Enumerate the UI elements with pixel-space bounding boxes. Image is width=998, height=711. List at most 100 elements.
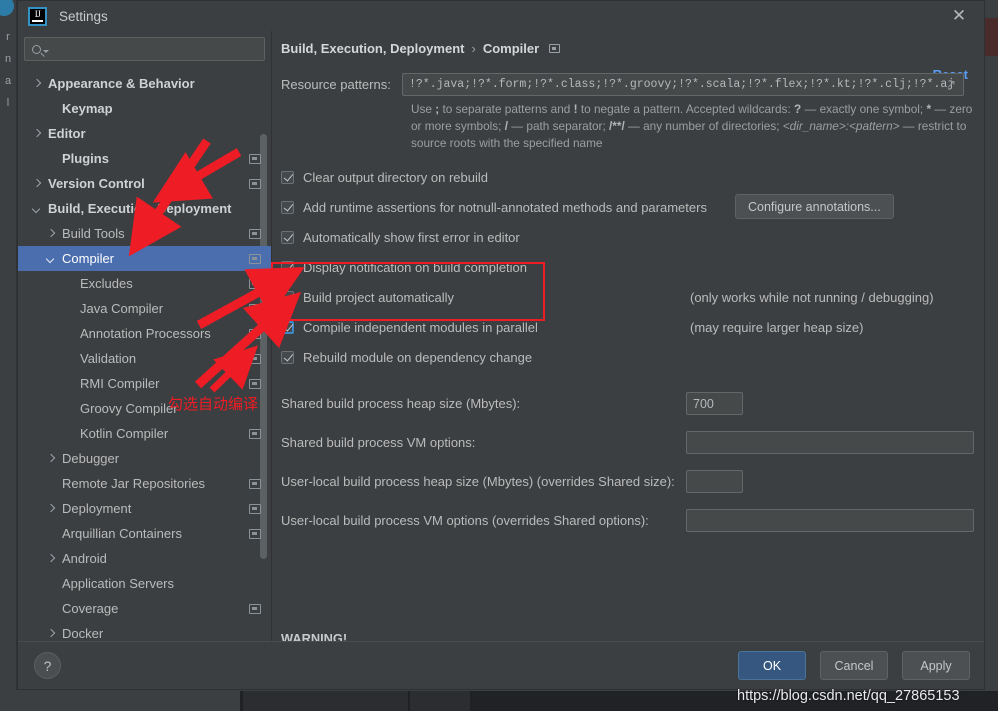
- field-input-1[interactable]: [686, 431, 974, 454]
- checkbox-display-notification-on-build-completion[interactable]: [281, 260, 294, 274]
- field-row: Shared build process heap size (Mbytes):…: [281, 384, 984, 423]
- sidebar-item-excludes[interactable]: Excludes: [18, 271, 271, 296]
- chevron-right-icon[interactable]: [32, 178, 43, 189]
- help-button[interactable]: ?: [34, 652, 61, 679]
- sidebar-item-label: Remote Jar Repositories: [62, 476, 206, 491]
- checkbox-row[interactable]: Automatically show first error in editor: [281, 222, 984, 252]
- project-scope-icon: [249, 478, 261, 489]
- resource-patterns-input[interactable]: !?*.java;!?*.form;!?*.class;!?*.groovy;!…: [402, 73, 964, 96]
- chevron-right-icon[interactable]: [46, 228, 57, 239]
- project-scope-icon: [249, 353, 261, 364]
- sidebar-item-label: Keymap: [62, 101, 113, 116]
- background-vertical-text: r n a l: [0, 26, 16, 114]
- hint-fragment: — any number of directories;: [624, 119, 783, 133]
- chevron-right-icon[interactable]: [46, 503, 57, 514]
- settings-dialog: IJ Settings ✕ Appearance & Behavior Keyma…: [17, 0, 985, 690]
- sidebar-item-arquillian-containers[interactable]: Arquillian Containers: [18, 521, 271, 546]
- breadcrumb-root[interactable]: Build, Execution, Deployment: [281, 41, 464, 56]
- search-container: [18, 31, 271, 69]
- project-scope-icon: [249, 303, 261, 314]
- expand-icon[interactable]: ↗: [946, 78, 957, 90]
- hint-fragment: — exactly one symbol;: [801, 102, 927, 116]
- checkbox-row[interactable]: Compile independent modules in parallel (…: [281, 312, 984, 342]
- checkbox-row[interactable]: Rebuild module on dependency change: [281, 342, 984, 372]
- checkbox-row[interactable]: Add runtime assertions for notnull-annot…: [281, 192, 984, 222]
- sidebar-item-label: Debugger: [62, 451, 120, 466]
- checkbox-row[interactable]: Clear output directory on rebuild: [281, 162, 984, 192]
- checkbox-row[interactable]: Display notification on build completion: [281, 252, 984, 282]
- dialog-titlebar: IJ Settings ✕: [18, 1, 984, 31]
- configure-annotations-button[interactable]: Configure annotations...: [735, 194, 894, 219]
- chevron-right-icon[interactable]: [46, 453, 57, 464]
- sidebar-item-label: Android: [62, 551, 107, 566]
- sidebar-item-label: Version Control: [48, 176, 145, 191]
- sidebar-item-application-servers[interactable]: Application Servers: [18, 571, 271, 596]
- project-scope-icon[interactable]: [549, 44, 561, 53]
- sidebar-item-coverage[interactable]: Coverage: [18, 596, 271, 621]
- sidebar-item-kotlin-compiler[interactable]: Kotlin Compiler: [18, 421, 271, 446]
- checkbox-build-project-automatically[interactable]: [281, 290, 294, 304]
- checkbox-automatically-show-first-error-in-editor[interactable]: [281, 230, 294, 244]
- checkbox-compile-independent-modules-in-parallel[interactable]: [281, 320, 294, 334]
- sidebar-item-editor[interactable]: Editor: [18, 121, 271, 146]
- hint-fragment: Use: [411, 102, 436, 116]
- resource-patterns-label: Resource patterns:: [281, 77, 391, 92]
- field-label: User-local build process heap size (Mbyt…: [281, 474, 675, 489]
- sidebar-item-android[interactable]: Android: [18, 546, 271, 571]
- sidebar-item-label: Docker: [62, 626, 104, 641]
- checkbox-label: Automatically show first error in editor: [303, 229, 520, 245]
- sidebar-item-keymap[interactable]: Keymap: [18, 96, 271, 121]
- field-label: Shared build process VM options:: [281, 435, 476, 450]
- sidebar-item-compiler[interactable]: Compiler: [18, 246, 271, 271]
- checkbox-clear-output-directory-on-rebuild[interactable]: [281, 170, 294, 184]
- sidebar-item-build-tools[interactable]: Build Tools: [18, 221, 271, 246]
- field-label: User-local build process VM options (ove…: [281, 513, 649, 528]
- sidebar-item-rmi-compiler[interactable]: RMI Compiler: [18, 371, 271, 396]
- sidebar-item-label: Validation: [80, 351, 137, 366]
- dialog-footer: ? OK Cancel Apply: [18, 641, 984, 689]
- field-input-0[interactable]: 700: [686, 392, 743, 415]
- project-scope-icon: [249, 328, 261, 339]
- sidebar-item-debugger[interactable]: Debugger: [18, 446, 271, 471]
- sidebar-item-deployment[interactable]: Deployment: [18, 496, 271, 521]
- intellij-idea-logo-icon: IJ: [28, 6, 47, 26]
- chevron-right-icon[interactable]: [32, 128, 43, 139]
- sidebar-item-appearance-behavior[interactable]: Appearance & Behavior: [18, 71, 271, 96]
- sidebar-item-validation[interactable]: Validation: [18, 346, 271, 371]
- chevron-right-icon[interactable]: [46, 553, 57, 564]
- settings-content-pane: Build, Execution, Deployment › Compiler …: [271, 31, 984, 686]
- sidebar-item-plugins[interactable]: Plugins: [18, 146, 271, 171]
- field-row: User-local build process heap size (Mbyt…: [281, 462, 984, 501]
- sidebar-item-docker[interactable]: Docker: [18, 621, 271, 641]
- search-input[interactable]: [24, 37, 265, 61]
- checkbox-row[interactable]: Build project automatically (only works w…: [281, 282, 984, 312]
- chevron-down-icon[interactable]: [32, 203, 43, 214]
- close-icon[interactable]: ✕: [948, 5, 970, 27]
- sidebar-item-groovy-compiler[interactable]: Groovy Compiler: [18, 396, 271, 421]
- field-input-2[interactable]: [686, 470, 743, 493]
- checkbox-label: Display notification on build completion: [303, 259, 528, 275]
- checkbox-label: Add runtime assertions for notnull-annot…: [303, 199, 707, 215]
- chevron-right-icon[interactable]: [46, 628, 57, 639]
- sidebar-item-version-control[interactable]: Version Control: [18, 171, 271, 196]
- checkbox-add-runtime-assertions-for-notnull-annotated-methods-and-parameters[interactable]: [281, 200, 294, 214]
- hint-fragment: — zero: [931, 102, 973, 116]
- sidebar-item-label: Java Compiler: [80, 301, 164, 316]
- checkbox-rebuild-module-on-dependency-change[interactable]: [281, 350, 294, 364]
- sidebar-item-java-compiler[interactable]: Java Compiler: [18, 296, 271, 321]
- sidebar-item-annotation-processors[interactable]: Annotation Processors: [18, 321, 271, 346]
- field-input-3[interactable]: [686, 509, 974, 532]
- chevron-right-icon[interactable]: [32, 78, 43, 89]
- ok-button[interactable]: OK: [738, 651, 806, 680]
- apply-button[interactable]: Apply: [902, 651, 970, 680]
- sidebar-item-build-execution-deployment[interactable]: Build, Execution, Deployment: [18, 196, 271, 221]
- sidebar-item-remote-jar-repositories[interactable]: Remote Jar Repositories: [18, 471, 271, 496]
- cancel-button[interactable]: Cancel: [820, 651, 888, 680]
- sidebar-item-label: Appearance & Behavior: [48, 76, 195, 91]
- chevron-down-icon[interactable]: [46, 253, 57, 264]
- project-scope-icon: [249, 503, 261, 514]
- settings-tree[interactable]: Appearance & Behavior Keymap Editor Plugins…: [18, 69, 271, 641]
